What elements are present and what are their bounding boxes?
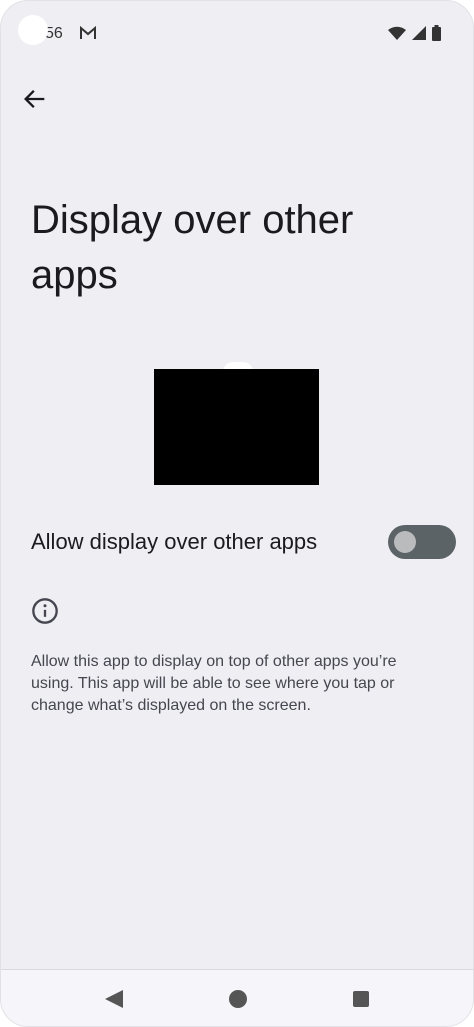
page-title: Display over other apps [31, 198, 354, 297]
status-icons [388, 25, 441, 41]
app-icon [154, 369, 319, 485]
nav-recents-icon[interactable] [353, 991, 369, 1007]
allow-display-label: Allow display over other apps [31, 529, 318, 554]
arrow-back-icon[interactable] [21, 85, 49, 113]
allow-display-row[interactable]: Allow display over other apps [1, 517, 473, 569]
battery-icon [432, 25, 441, 41]
gmail-icon [80, 25, 96, 39]
nav-home-icon[interactable] [229, 990, 247, 1008]
settings-screen: 56 Display over other apps Allow display… [0, 0, 474, 1027]
toggle-knob [394, 531, 416, 553]
wifi-icon [388, 26, 406, 40]
navigation-bar [1, 969, 473, 1026]
info-icon [32, 598, 58, 624]
signal-icon [412, 26, 426, 40]
nav-back-icon[interactable] [103, 988, 125, 1010]
allow-display-toggle[interactable] [388, 525, 456, 559]
camera-cutout [18, 15, 48, 45]
permission-description: Allow this app to display on top of othe… [31, 653, 397, 714]
status-bar: 56 [1, 1, 473, 67]
